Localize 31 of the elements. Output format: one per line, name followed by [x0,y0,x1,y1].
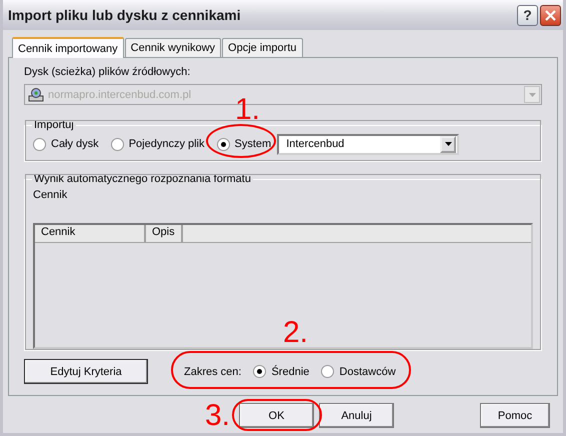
group-title: Importuj [33,119,75,131]
help-button[interactable]: Pomoc [480,403,550,428]
radio-label[interactable]: System [234,138,272,150]
column-header[interactable]: Cennik [35,225,146,242]
column-header[interactable]: Opis [146,225,183,242]
tab[interactable]: Opcje importu [222,38,303,57]
highlight-ellipse [206,124,276,158]
field-label: Dysk (scieżka) plików źródłowych: [24,66,192,78]
radio-button[interactable] [253,365,266,378]
system-dropdown[interactable]: Intercenbud [277,134,460,154]
radio-button[interactable] [33,138,46,150]
help-button[interactable]: ? [517,4,538,26]
radio-button[interactable] [110,138,124,150]
radio-label[interactable]: Średnie [271,366,310,378]
radio-label[interactable]: Dostawców [339,366,396,378]
radio-button[interactable] [321,365,334,378]
radio-button[interactable] [216,138,230,150]
window-title: Import pliku lub dysku z cennikami [8,7,242,23]
radio-label[interactable]: Pojedynczy plik [128,138,205,150]
close-icon [545,10,556,20]
result-label: Cennik [33,189,68,201]
step-number: 2. [283,318,308,348]
dialog-button[interactable]: OK [239,403,314,428]
edit-criteria-button[interactable]: Edytuj Kryteria [24,359,148,384]
field-label: Zakres cen: [184,366,242,378]
tab[interactable]: Cennik wynikowy [124,38,222,57]
radio-label[interactable]: Cały dysk [51,138,99,150]
tab[interactable]: Cennik importowany [12,37,124,58]
step-number: 3. [205,401,230,431]
dialog-button[interactable]: Anuluj [319,403,394,428]
drive-icon [28,88,44,102]
